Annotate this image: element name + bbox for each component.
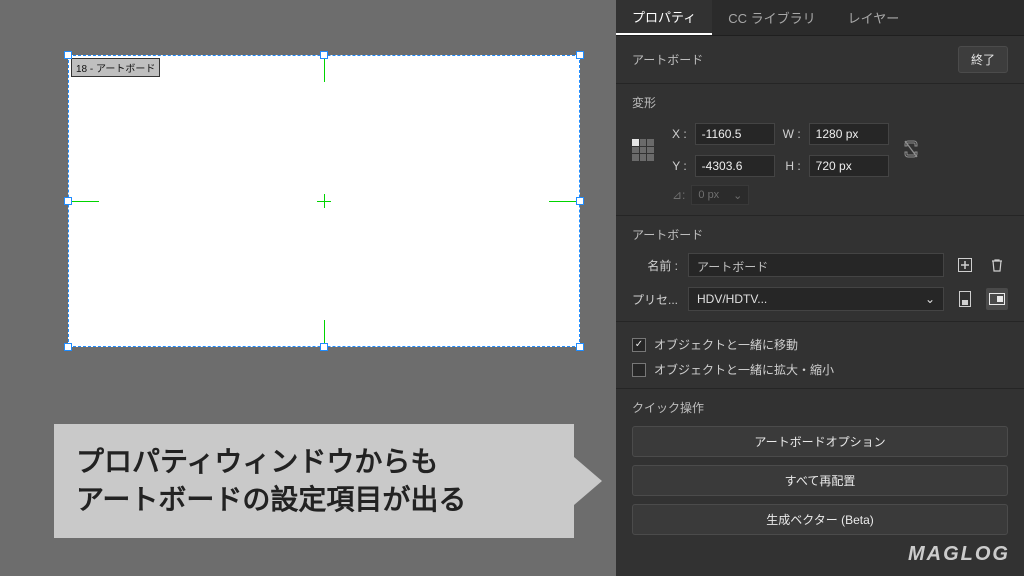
exit-button[interactable]: 終了 xyxy=(958,46,1008,73)
h-label: H : xyxy=(783,159,801,173)
annotation-line2: アートボードの設定項目が出る xyxy=(76,484,466,515)
scale-with-objects-checkbox[interactable] xyxy=(632,363,646,377)
preset-label: プリセ... xyxy=(632,291,678,308)
artboard-section-title: アートボード xyxy=(632,226,1008,243)
link-wh-icon[interactable] xyxy=(903,139,919,162)
resize-handle-bc[interactable] xyxy=(320,343,328,351)
w-input[interactable]: 1280 px xyxy=(809,123,889,145)
watermark: MAGLOG xyxy=(908,543,1010,566)
artboard-options-section: オブジェクトと一緒に移動 オブジェクトと一緒に拡大・縮小 xyxy=(616,322,1024,389)
tab-cc-library[interactable]: CC ライブラリ xyxy=(712,0,831,35)
resize-handle-br[interactable] xyxy=(576,343,584,351)
scale-with-objects-label: オブジェクトと一緒に拡大・縮小 xyxy=(654,361,834,378)
transform-section: 変形 X : -1160.5 W : 1280 px Y : -4303.6 H… xyxy=(616,84,1024,216)
reference-point-picker[interactable] xyxy=(632,139,654,161)
add-artboard-icon[interactable] xyxy=(954,254,976,276)
h-input[interactable]: 720 px xyxy=(809,155,889,177)
artboard-selection[interactable]: 18 - アートボード xyxy=(68,55,580,347)
annotation-line1: プロパティウィンドウからも xyxy=(76,446,438,477)
transform-title: 変形 xyxy=(632,94,1008,111)
generate-vector-button[interactable]: 生成ベクター (Beta) xyxy=(632,504,1008,535)
quick-actions-section: クイック操作 アートボードオプション すべて再配置 生成ベクター (Beta) xyxy=(616,389,1024,553)
artboard-name-label: 名前 : xyxy=(632,257,678,274)
w-label: W : xyxy=(783,127,801,141)
artboard-section: アートボード 名前 : アートボード プリセ... HDV/HDTV... ⌄ xyxy=(616,216,1024,322)
guide-left-center xyxy=(69,201,99,202)
resize-handle-bl[interactable] xyxy=(64,343,72,351)
properties-panel: プロパティ CC ライブラリ レイヤー アートボード 終了 変形 X : -11… xyxy=(616,0,1024,576)
resize-handle-lc[interactable] xyxy=(64,197,72,205)
preset-value: HDV/HDTV... xyxy=(697,292,767,306)
artboard[interactable]: 18 - アートボード xyxy=(68,55,580,347)
tab-layers[interactable]: レイヤー xyxy=(832,0,916,35)
selection-header: アートボード 終了 xyxy=(616,36,1024,84)
quick-actions-title: クイック操作 xyxy=(632,399,1008,416)
move-with-objects-checkbox[interactable] xyxy=(632,338,646,352)
delete-artboard-icon[interactable] xyxy=(986,254,1008,276)
tab-properties[interactable]: プロパティ xyxy=(616,0,712,35)
artboard-name-input[interactable]: アートボード xyxy=(688,253,944,277)
angle-label: ⊿: xyxy=(672,188,685,202)
guide-top-center xyxy=(324,56,325,82)
move-with-objects-label: オブジェクトと一緒に移動 xyxy=(654,336,798,353)
selection-type-label: アートボード xyxy=(632,51,703,68)
x-label: X : xyxy=(672,127,687,141)
x-input[interactable]: -1160.5 xyxy=(695,123,775,145)
resize-handle-tr[interactable] xyxy=(576,51,584,59)
preset-select[interactable]: HDV/HDTV... ⌄ xyxy=(688,287,944,311)
annotation-text: プロパティウィンドウからも アートボードの設定項目が出る xyxy=(76,443,466,519)
y-input[interactable]: -4303.6 xyxy=(695,155,775,177)
y-label: Y : xyxy=(672,159,687,173)
resize-handle-tc[interactable] xyxy=(320,51,328,59)
center-cross-icon xyxy=(317,194,331,208)
resize-handle-rc[interactable] xyxy=(576,197,584,205)
resize-handle-tl[interactable] xyxy=(64,51,72,59)
canvas[interactable]: 18 - アートボード プロパティウィンドウからも アートボードの設定項目が出る xyxy=(0,0,616,576)
panel-tabs: プロパティ CC ライブラリ レイヤー xyxy=(616,0,1024,36)
guide-right-center xyxy=(549,201,579,202)
orientation-portrait-icon[interactable] xyxy=(954,288,976,310)
artboard-options-button[interactable]: アートボードオプション xyxy=(632,426,1008,457)
annotation-callout: プロパティウィンドウからも アートボードの設定項目が出る xyxy=(54,424,574,538)
orientation-landscape-icon[interactable] xyxy=(986,288,1008,310)
rearrange-all-button[interactable]: すべて再配置 xyxy=(632,465,1008,496)
chevron-down-icon: ⌄ xyxy=(925,292,935,306)
artboard-label: 18 - アートボード xyxy=(71,58,160,77)
angle-input: 0 px⌄ xyxy=(691,185,749,205)
